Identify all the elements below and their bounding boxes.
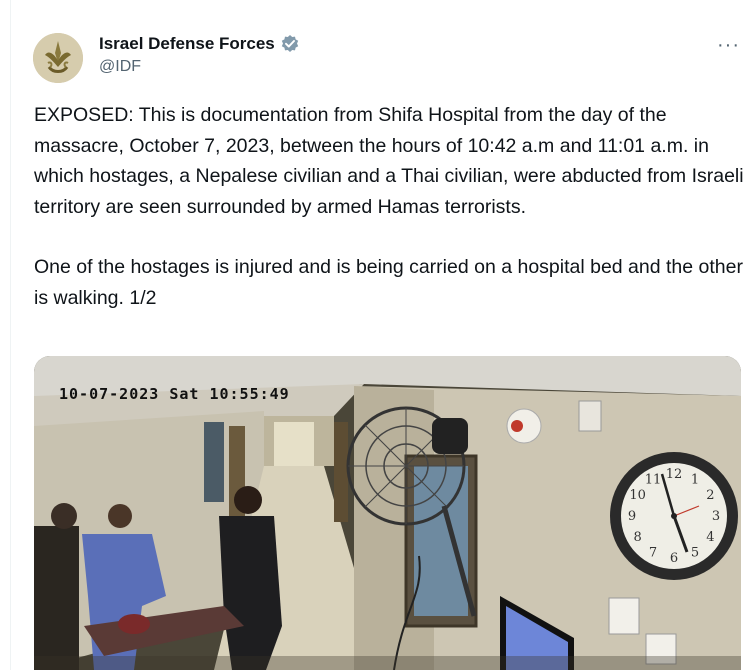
tweet[interactable]: Israel Defense Forces @IDF ··· EXPOSED: … xyxy=(11,0,750,670)
clock-numeral: 11 xyxy=(645,473,662,488)
page-margin xyxy=(0,0,10,670)
cctv-timestamp: 10-07-2023 Sat 10:55:49 xyxy=(59,385,290,403)
clock-numeral: 6 xyxy=(670,551,678,566)
cctv-still: 12 12 3 45678 9 1011 xyxy=(34,356,741,670)
clock-numeral: 8 xyxy=(633,530,641,545)
author-handle[interactable]: @IDF xyxy=(99,58,300,76)
tweet-media-image[interactable]: 12 1 2 3 4 5 6 7 8 9 10 11 10-07-2023 Sat 10:55:49 xyxy=(34,356,741,670)
tweet-text: EXPOSED: This is documentation from Shif… xyxy=(34,100,746,313)
clock-numeral: 4 xyxy=(706,530,714,545)
clock-numeral: 5 xyxy=(691,545,699,560)
clock-numeral: 1 xyxy=(691,473,699,488)
clock-numeral: 10 xyxy=(629,488,646,503)
avatar[interactable] xyxy=(33,33,83,83)
clock-numeral: 3 xyxy=(712,509,720,524)
tweet-paragraph: EXPOSED: This is documentation from Shif… xyxy=(34,104,744,218)
tweet-paragraph: One of the hostages is injured and is be… xyxy=(34,256,743,309)
more-options-icon[interactable]: ··· xyxy=(717,34,740,57)
author-name[interactable]: Israel Defense Forces xyxy=(99,34,275,54)
verified-badge-icon[interactable] xyxy=(280,34,300,54)
clock-numeral: 7 xyxy=(649,545,657,560)
clock-numeral: 2 xyxy=(706,488,714,503)
clock-numeral: 12 xyxy=(666,467,683,482)
author-block: Israel Defense Forces @IDF xyxy=(99,34,300,76)
idf-emblem-icon xyxy=(33,33,83,83)
clock-numeral: 9 xyxy=(628,509,636,524)
